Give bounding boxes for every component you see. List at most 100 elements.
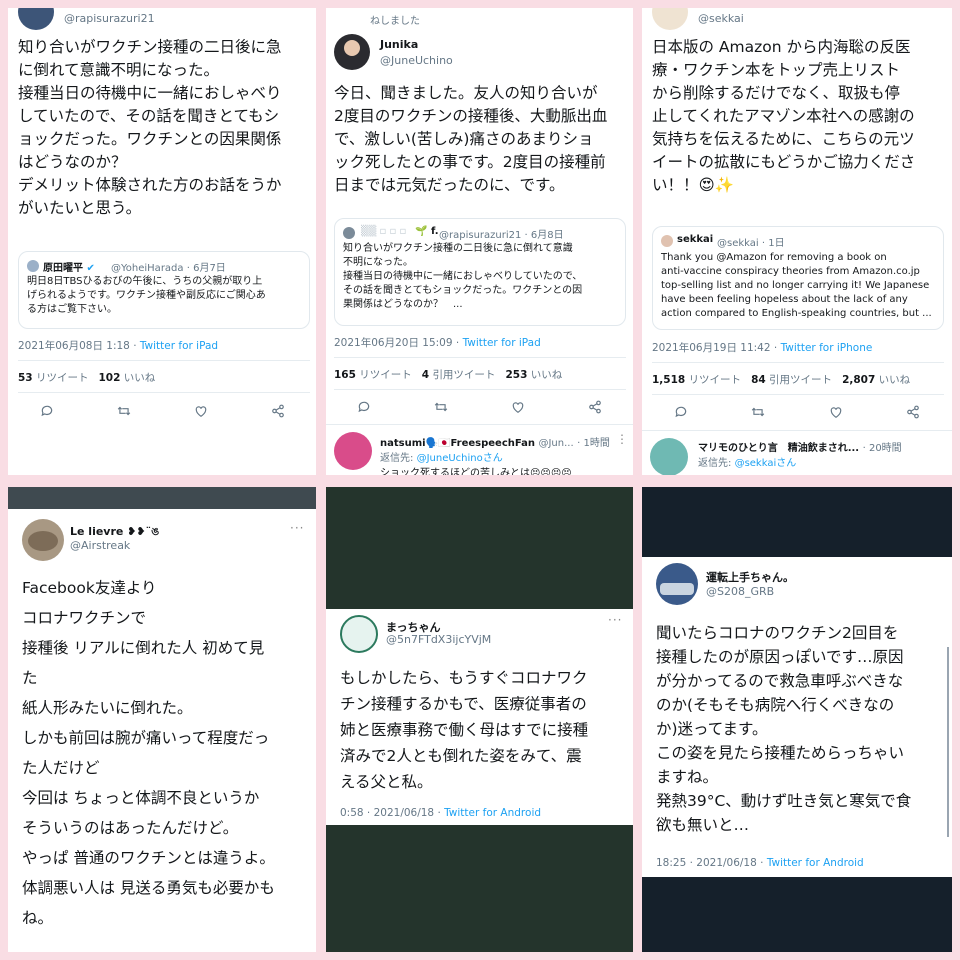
- divider: [326, 424, 633, 425]
- user-handle[interactable]: @S208_GRB: [706, 585, 774, 598]
- quote-line: top-selling list and no longer carrying …: [661, 280, 930, 291]
- quote-avatar: [27, 260, 39, 272]
- reply-icon[interactable]: [672, 403, 690, 421]
- tweet-panel-5: まっちゃん @5n7FTdX3ijcYVjM ··· もしかしたら、もうすぐコロ…: [326, 487, 633, 952]
- tweet-line: ますね。: [656, 768, 719, 786]
- avatar[interactable]: [652, 8, 688, 30]
- like-count[interactable]: 102 いいね: [98, 372, 155, 384]
- quote-line: 知り合いがワクチン接種の二日後に急に倒れて意識: [343, 243, 573, 254]
- like-count[interactable]: 253 いいね: [505, 369, 562, 381]
- quote-tweet-count[interactable]: 84 引用ツイート: [751, 374, 832, 386]
- timestamp: 2021年06月08日 1:18 ·: [18, 340, 140, 352]
- more-options-icon[interactable]: ···: [608, 613, 622, 627]
- quote-line: have been feeling hopeless about the lac…: [661, 294, 908, 305]
- tweet-line: していたので、その話を聞きとてもシ: [18, 107, 280, 125]
- reply-author[interactable]: マリモのひとり言 精油飲まされ... · 20時間: [698, 439, 902, 454]
- retweet-icon[interactable]: [749, 403, 767, 421]
- avatar[interactable]: [656, 563, 698, 605]
- quote-avatar: [661, 235, 673, 247]
- retweet-count[interactable]: 53 リツイート: [18, 372, 88, 384]
- avatar[interactable]: [22, 519, 64, 561]
- quote-text: 知り合いがワクチン接種の二日後に急に倒れて意識 不明になった。 接種当日の待機中…: [343, 242, 623, 312]
- share-icon[interactable]: [586, 398, 604, 416]
- reply-author[interactable]: natsumi🗣️🇯🇵FreespeechFan @Jun... · 1時間: [380, 434, 610, 449]
- tweet-line: える父と私。: [340, 773, 433, 791]
- tweet-panel-6: 運転上手ちゃん。 @S208_GRB 聞いたらコロナのワクチン2回目を 接種した…: [642, 487, 952, 952]
- quote-author-name: 原田曜平 ✔: [43, 263, 95, 274]
- tweet-line: 知り合いがワクチン接種の二日後に急: [18, 38, 282, 56]
- tweet-line: で、激しい(苦しみ)痛さのあまりショ: [334, 130, 594, 148]
- timestamp: 2021年06月20日 15:09 ·: [334, 337, 463, 349]
- tweet-line: 接種後 リアルに倒れた人 初めて見: [22, 639, 265, 657]
- user-handle[interactable]: @Airstreak: [70, 539, 130, 552]
- tweet-body: 聞いたらコロナのワクチン2回目を 接種したのが原因っぽいです…原因 が分かってる…: [656, 621, 948, 837]
- user-name[interactable]: 運転上手ちゃん。: [706, 569, 794, 585]
- action-bar: [326, 396, 633, 418]
- share-icon[interactable]: [904, 403, 922, 421]
- share-icon[interactable]: [269, 402, 287, 420]
- tweet-line: やっぱ 普通のワクチンとは違うよ。: [22, 849, 275, 867]
- user-handle[interactable]: @5n7FTdX3ijcYVjM: [386, 633, 491, 646]
- tweet-line: 接種当日の待機中に一緒におしゃべり: [18, 84, 282, 102]
- retweet-icon[interactable]: [432, 398, 450, 416]
- avatar[interactable]: [334, 34, 370, 70]
- divider: [652, 394, 944, 395]
- tweet-meta: 18:25 · 2021/06/18 · Twitter for Android: [656, 857, 864, 869]
- more-options-icon[interactable]: ···: [290, 521, 304, 535]
- reply-icon[interactable]: [38, 402, 56, 420]
- quote-author-handle: @rapisurazuri21 · 6月8日: [439, 230, 564, 241]
- retweet-icon[interactable]: [115, 402, 133, 420]
- quoted-tweet[interactable]: ▒▒ ▫ ▫ ▫ 🌱 f. @rapisurazuri21 · 6月8日 知り合…: [334, 218, 626, 326]
- quote-line: げられるようです。ワクチン接種や副反応にご関心あ: [27, 290, 266, 301]
- divider: [334, 357, 626, 358]
- client-link[interactable]: Twitter for iPad: [140, 340, 218, 352]
- tweet-line: コロナワクチンで: [22, 609, 147, 627]
- user-name[interactable]: Junika: [380, 38, 418, 51]
- like-count[interactable]: 2,807 いいね: [842, 374, 910, 386]
- retweet-count[interactable]: 1,518 リツイート: [652, 374, 741, 386]
- user-handle[interactable]: @JuneUchino: [380, 54, 453, 67]
- retweet-count[interactable]: 165 リツイート: [334, 369, 412, 381]
- user-handle[interactable]: @rapisurazuri21: [64, 12, 155, 25]
- tweet-meta: 2021年06月20日 15:09 · Twitter for iPad: [334, 335, 541, 350]
- reply-text: ショック死するほどの苦しみとは😣😣😣😣: [380, 468, 572, 475]
- client-link[interactable]: Twitter for iPhone: [781, 342, 873, 354]
- reply-avatar[interactable]: [334, 432, 372, 470]
- tweet-line: 日本版の Amazon から内海聡の反医: [652, 38, 911, 56]
- quote-tweet-count[interactable]: 4 引用ツイート: [422, 369, 496, 381]
- tweet-line: 聞いたらコロナのワクチン2回目を: [656, 624, 899, 642]
- more-options-icon[interactable]: ⋮: [616, 432, 629, 446]
- client-link[interactable]: Twitter for Android: [767, 857, 864, 869]
- tweet-line: もしかしたら、もうすぐコロナワク: [340, 669, 588, 687]
- action-bar: [642, 401, 952, 423]
- tweet-line: から削除するだけでなく、取扱も停: [652, 84, 901, 102]
- quote-line: action compared to English-speaking coun…: [661, 308, 932, 319]
- quote-line: 接種当日の待機中に一緒におしゃべりしていたので、: [343, 271, 583, 282]
- quoted-tweet[interactable]: sekkai @sekkai · 1日 Thank you @Amazon fo…: [652, 226, 944, 330]
- tweet-line: ね。: [22, 909, 54, 927]
- reply-icon[interactable]: [355, 398, 373, 416]
- tweet-line: がいたいと思う。: [18, 199, 142, 217]
- divider: [18, 360, 310, 361]
- reply-avatar[interactable]: [650, 438, 688, 475]
- user-handle[interactable]: @sekkai: [698, 12, 744, 25]
- scrollbar[interactable]: [947, 647, 949, 837]
- tweet-line: 2度目のワクチンの接種後、大動脈出血: [334, 107, 608, 125]
- quoted-tweet[interactable]: 原田曜平 ✔ @YoheiHarada · 6月7日 明日8日TBSひるおびの午…: [18, 251, 310, 329]
- like-icon[interactable]: [192, 402, 210, 420]
- divider: [18, 392, 310, 393]
- tweet-line: はどうなのか？: [18, 153, 127, 171]
- client-link[interactable]: Twitter for Android: [444, 807, 541, 819]
- tweet-line: 今回は ちょっと体調不良というか: [22, 789, 260, 807]
- tweet-line: 接種したのが原因っぽいです…原因: [656, 648, 904, 666]
- avatar[interactable]: [18, 8, 54, 30]
- quote-line: その話を聞きとてもショックだった。ワクチンとの因: [343, 285, 583, 296]
- client-link[interactable]: Twitter for iPad: [463, 337, 541, 349]
- like-icon[interactable]: [827, 403, 845, 421]
- avatar[interactable]: [340, 615, 378, 653]
- like-icon[interactable]: [509, 398, 527, 416]
- quote-line: Thank you @Amazon for removing a book on: [661, 252, 887, 263]
- tweet-line: しかも前回は腕が痛いって程度だっ: [22, 729, 270, 747]
- timestamp: 0:58 · 2021/06/18 ·: [340, 807, 445, 819]
- tweet-line: のか(そもそも病院へ行くべきなの: [656, 696, 895, 714]
